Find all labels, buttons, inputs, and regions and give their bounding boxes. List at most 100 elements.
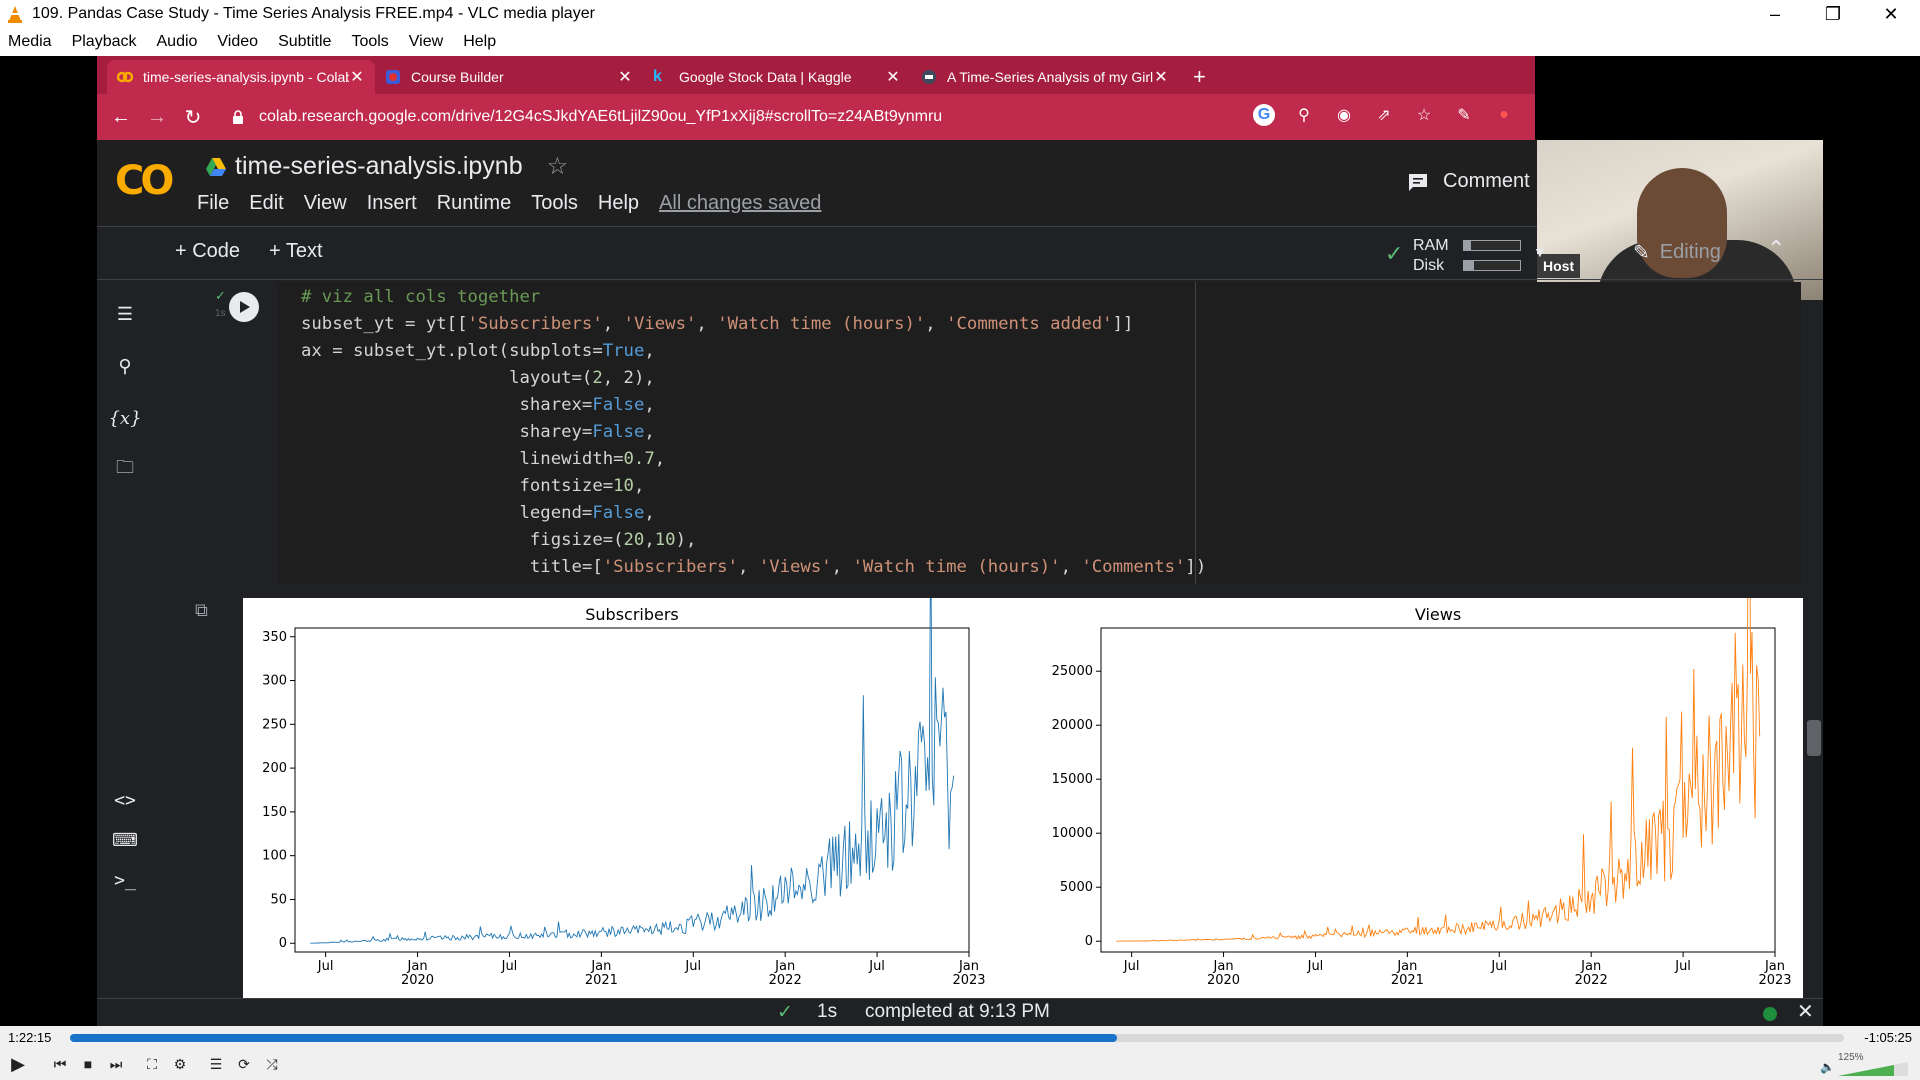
tab-article[interactable]: A Time-Series Analysis of my Girl ✕: [911, 60, 1179, 94]
x-tick-label: Jul: [868, 959, 885, 974]
tab-kaggle[interactable]: k Google Stock Data | Kaggle ✕: [643, 60, 911, 94]
add-code-button[interactable]: + Code: [175, 240, 240, 263]
y-tick-label: 50: [270, 892, 287, 907]
loop-icon[interactable]: ⟳: [232, 1053, 256, 1075]
command-palette-icon[interactable]: ⌨: [111, 826, 139, 854]
speaker-icon: 🔈: [1820, 1060, 1835, 1074]
reload-icon[interactable]: ↻: [175, 105, 211, 130]
colab-menu-bar: File Edit View Insert Runtime Tools Help…: [197, 192, 841, 215]
close-tab-icon[interactable]: ✕: [885, 67, 901, 87]
lock-icon: [233, 110, 243, 124]
code-editor[interactable]: # viz all cols together subset_yt = yt[['…: [301, 284, 1206, 581]
menu-audio[interactable]: Audio: [157, 33, 198, 51]
menu-playback[interactable]: Playback: [72, 33, 137, 51]
x-tick-label: Jul: [1123, 959, 1140, 974]
close-status-icon[interactable]: ✕: [1797, 999, 1814, 1024]
close-tab-icon[interactable]: ✕: [349, 67, 365, 87]
code-snippets-icon[interactable]: <>: [111, 786, 139, 814]
share-icon[interactable]: ⇗: [1373, 104, 1395, 126]
menu-view[interactable]: View: [304, 192, 347, 215]
vlc-title-bar: 109. Pandas Case Study - Time Series Ana…: [0, 0, 1920, 28]
restore-button[interactable]: ❐: [1804, 0, 1862, 28]
add-text-button[interactable]: + Text: [269, 240, 323, 263]
tab-course-builder[interactable]: Course Builder ✕: [375, 60, 643, 94]
google-icon[interactable]: G: [1253, 104, 1275, 126]
code-line: ax = subset_yt.plot(subplots=True,: [301, 341, 655, 361]
tab-colab[interactable]: time-series-analysis.ipynb - Colab ✕: [107, 60, 375, 94]
seek-bar[interactable]: [70, 1034, 1844, 1042]
video-frame[interactable]: time-series-analysis.ipynb - Colab ✕ Cou…: [0, 56, 1920, 1026]
menu-video[interactable]: Video: [217, 33, 258, 51]
menu-tools[interactable]: Tools: [351, 33, 388, 51]
close-button[interactable]: ✕: [1862, 0, 1920, 28]
execution-check-icon: ✓: [215, 288, 226, 303]
volume-level: [1838, 1062, 1908, 1076]
scrollbar-thumb[interactable]: [1807, 720, 1821, 756]
code-line: linewidth=0.7,: [301, 449, 666, 469]
next-icon[interactable]: ⏭: [104, 1053, 128, 1075]
chevron-up-icon[interactable]: ⌃: [1767, 236, 1785, 262]
stop-icon[interactable]: ■: [76, 1053, 100, 1075]
bookmark-star-icon[interactable]: ☆: [1413, 104, 1435, 126]
record-icon[interactable]: ●: [1493, 104, 1515, 126]
code-cell[interactable]: ✓ 1s # viz all cols together subset_yt = …: [181, 282, 1801, 584]
y-tick-label: 350: [262, 630, 287, 645]
shuffle-icon[interactable]: ⤮: [260, 1053, 284, 1075]
x-tick-label: 2020: [401, 973, 434, 988]
terminal-icon[interactable]: >_: [111, 866, 139, 894]
window-title: 109. Pandas Case Study - Time Series Ana…: [32, 5, 595, 22]
save-status[interactable]: All changes saved: [659, 192, 821, 215]
x-tick-label: 2023: [1758, 973, 1791, 988]
close-tab-icon[interactable]: ✕: [1153, 67, 1169, 87]
menu-tools[interactable]: Tools: [531, 192, 578, 215]
ram-label: RAM: [1413, 237, 1449, 254]
menu-file[interactable]: File: [197, 192, 229, 215]
code-line: figsize=(20,10),: [301, 530, 697, 550]
minimize-button[interactable]: –: [1746, 0, 1804, 28]
toc-icon[interactable]: ☰: [111, 300, 139, 328]
menu-insert[interactable]: Insert: [367, 192, 417, 215]
extended-settings-icon[interactable]: ⚙: [168, 1053, 192, 1075]
remaining-time[interactable]: -1:05:25: [1864, 1030, 1912, 1045]
previous-icon[interactable]: ⏮: [48, 1053, 72, 1075]
menu-edit[interactable]: Edit: [249, 192, 283, 215]
menu-view[interactable]: View: [409, 33, 443, 51]
x-tick-label: Jan: [1764, 959, 1785, 974]
menu-media[interactable]: Media: [8, 33, 52, 51]
fullscreen-icon[interactable]: ⛶: [140, 1053, 164, 1075]
extension-icon[interactable]: ✎: [1453, 104, 1475, 126]
volume-slider[interactable]: 🔈 125%: [1820, 1052, 1912, 1078]
star-icon[interactable]: ☆: [547, 152, 569, 181]
close-tab-icon[interactable]: ✕: [617, 67, 633, 87]
chevron-down-icon[interactable]: ▼: [1533, 242, 1547, 262]
menu-runtime[interactable]: Runtime: [437, 192, 511, 215]
notebook-title[interactable]: time-series-analysis.ipynb: [235, 152, 523, 181]
tab-label: Course Builder: [411, 69, 504, 85]
eye-off-icon[interactable]: ◉: [1333, 104, 1355, 126]
new-tab-button[interactable]: +: [1193, 60, 1206, 94]
code-line: # viz all cols together: [301, 287, 541, 307]
kaggle-icon: k: [653, 68, 662, 85]
menu-help[interactable]: Help: [598, 192, 639, 215]
url-field[interactable]: colab.research.google.com/drive/12G4cSJk…: [217, 100, 1257, 134]
back-icon[interactable]: ←: [103, 106, 139, 129]
run-cell-button[interactable]: [229, 292, 259, 322]
editing-button[interactable]: ✎ Editing: [1633, 240, 1721, 265]
menu-subtitle[interactable]: Subtitle: [278, 33, 331, 51]
colab-logo-icon[interactable]: CO: [115, 158, 174, 204]
x-tick-label: Jan: [407, 959, 428, 974]
cell-exec-time: 1s: [215, 308, 226, 319]
forward-icon[interactable]: →: [139, 106, 175, 129]
zoom-icon[interactable]: ⚲: [1293, 104, 1315, 126]
resource-monitor[interactable]: ✓ RAM Disk ▼: [1385, 236, 1547, 276]
vlc-cone-icon: [8, 6, 22, 23]
variables-icon[interactable]: {x}: [108, 404, 141, 432]
search-icon[interactable]: ⚲: [111, 352, 139, 380]
play-icon[interactable]: ▶: [6, 1053, 30, 1075]
comment-button[interactable]: Comment: [1407, 170, 1530, 193]
menu-help[interactable]: Help: [463, 33, 496, 51]
x-tick-label: Jul: [1674, 959, 1691, 974]
output-actions-icon[interactable]: ⧉: [195, 600, 219, 624]
folder-icon[interactable]: 🗀: [111, 456, 139, 484]
playlist-icon[interactable]: ☰: [204, 1053, 228, 1075]
